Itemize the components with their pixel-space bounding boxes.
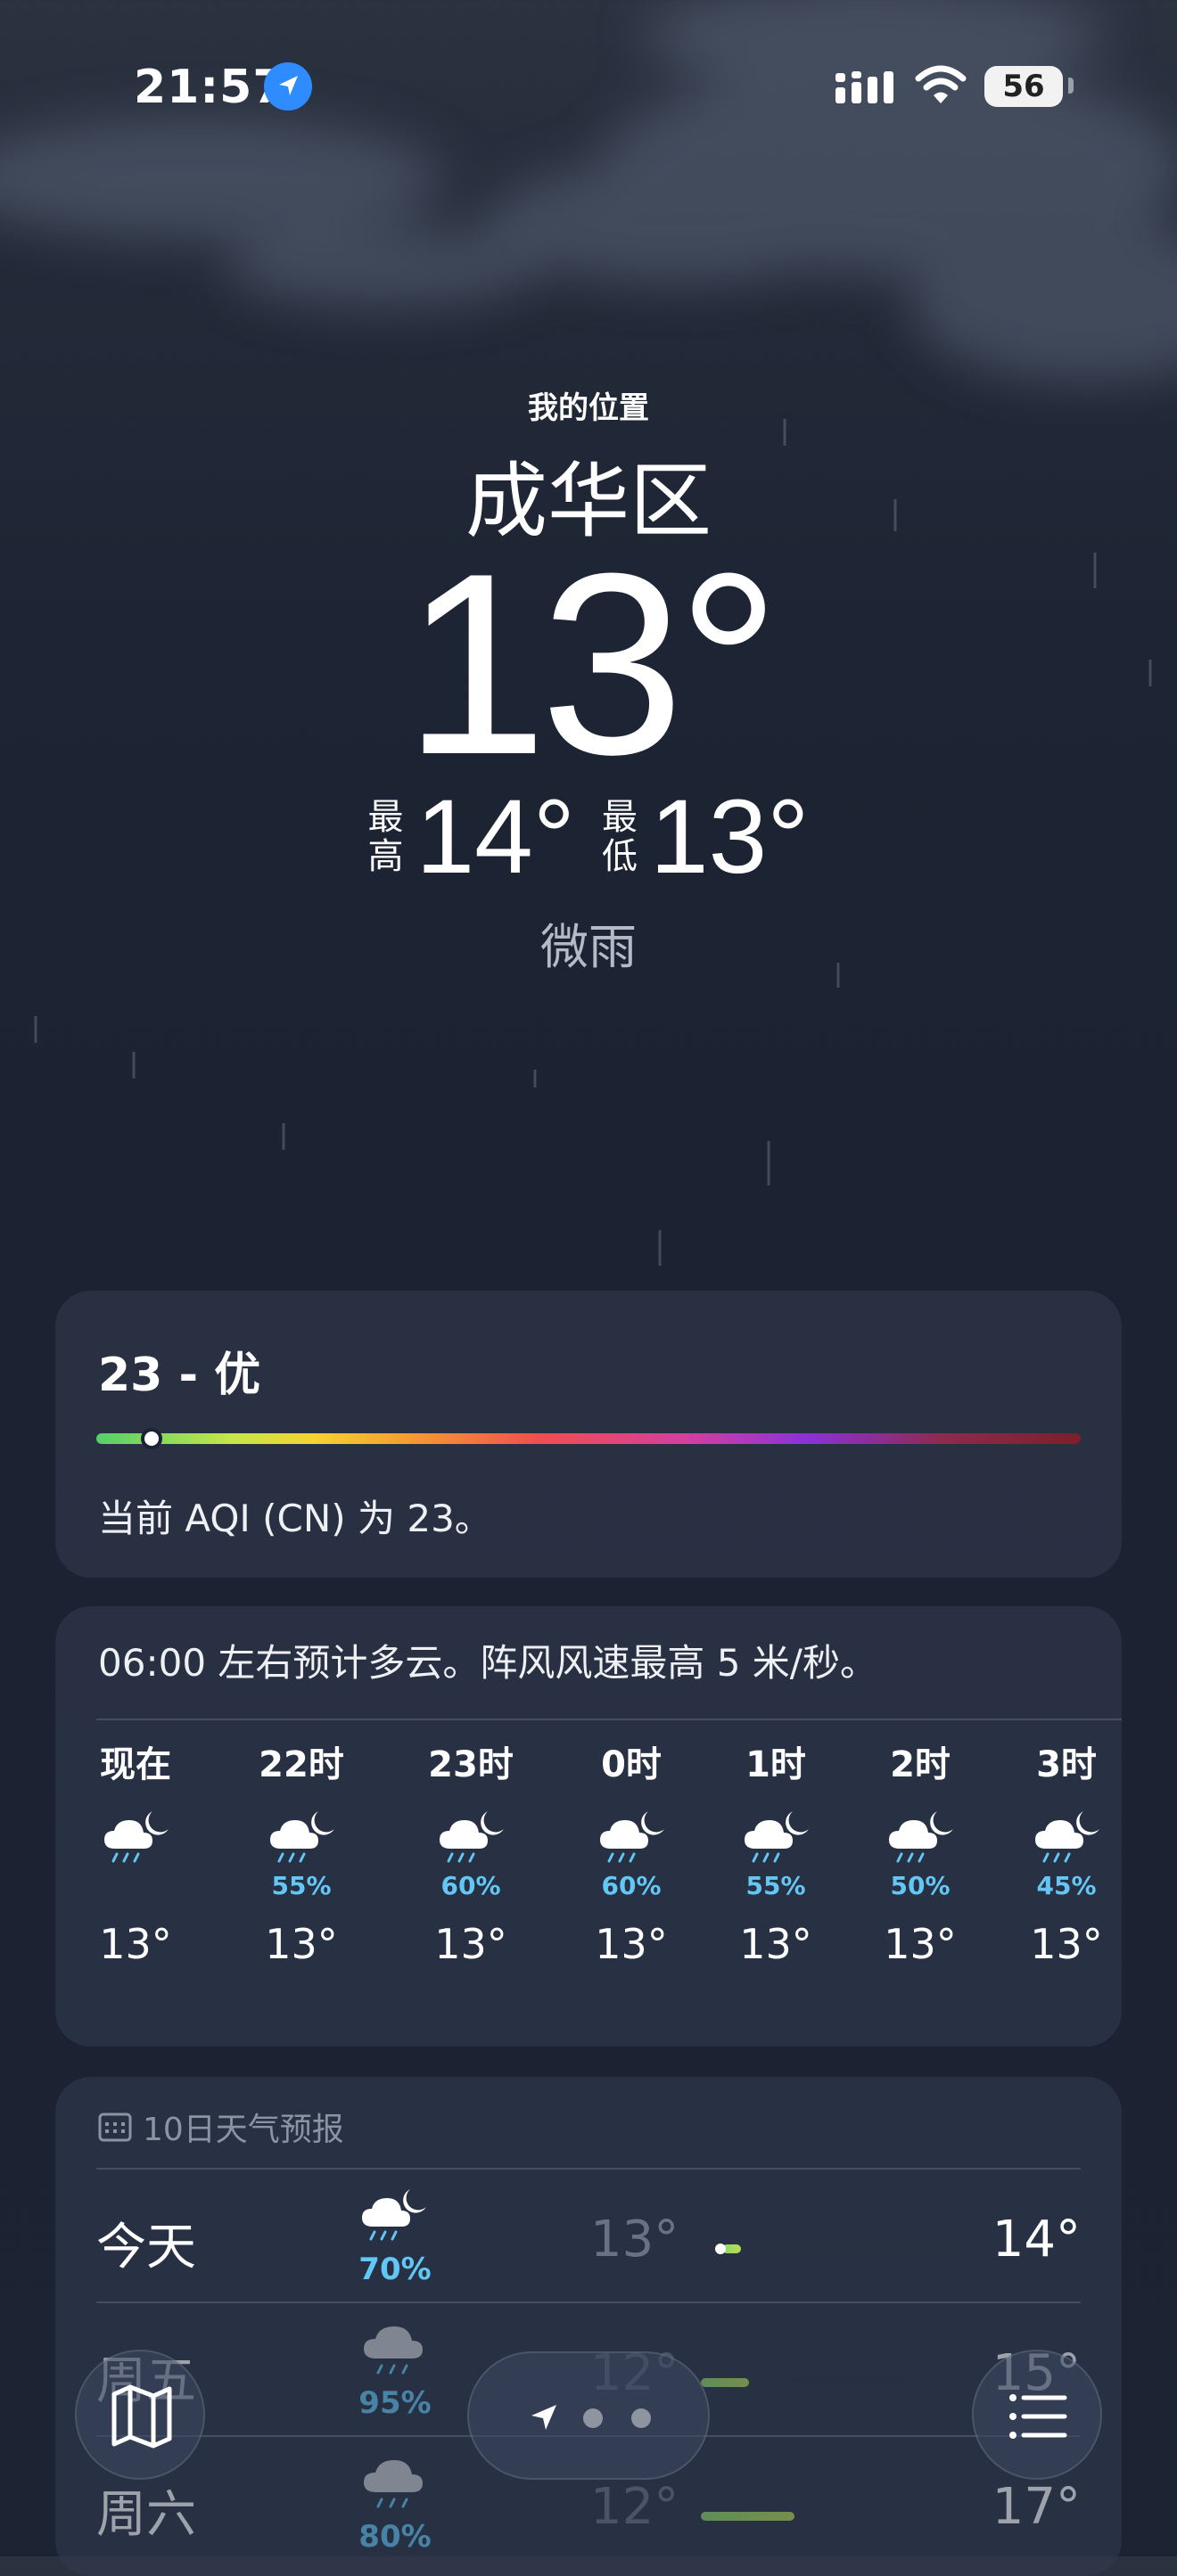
wifi-icon [915, 65, 967, 103]
ten-day-title: 10日天气预报 [143, 2112, 344, 2148]
moon-rain-icon [97, 1808, 174, 1870]
hour-temperature: 13° [265, 1920, 338, 1968]
hourly-summary: 06:00 左右预计多云。阵风风速最高 5 米/秒。 [98, 1641, 877, 1685]
precipitation-chance: 60% [440, 1871, 501, 1900]
hour-column: 3时 45% 13° [1013, 1740, 1120, 1968]
hour-label: 0时 [601, 1744, 662, 1785]
day-name: 今天 [96, 2219, 196, 2277]
hour-column: 1时 55% 13° [722, 1740, 829, 1968]
moon-rain-icon [355, 2186, 435, 2248]
battery-indicator: 56 [984, 66, 1074, 107]
day-high-temperature: 14° [992, 2211, 1081, 2268]
low-label: 最低 [602, 797, 638, 877]
precipitation-chance: 70% [358, 2252, 432, 2287]
hour-label: 1时 [745, 1744, 806, 1785]
high-low-temperatures: 最高 14° 最低 13° [0, 784, 1177, 890]
precipitation-chance: 95% [358, 2385, 432, 2421]
hourly-forecast-card[interactable]: 06:00 左右预计多云。阵风风速最高 5 米/秒。 现在 13° 22时 55% 13… [55, 1606, 1122, 2047]
page-dot[interactable] [583, 2408, 603, 2428]
moon-rain-icon [432, 1808, 509, 1870]
hour-temperature: 13° [595, 1920, 668, 1968]
hour-temperature: 13° [739, 1920, 812, 1968]
day-low-temperature: 13° [590, 2211, 679, 2268]
hour-label: 22时 [259, 1744, 344, 1785]
precipitation-chance: 55% [745, 1871, 806, 1900]
cloud-rain-icon [355, 2319, 435, 2382]
day-high-temperature: 17° [992, 2478, 1081, 2536]
page-dot[interactable] [631, 2408, 651, 2428]
low-temperature: 13° [650, 778, 810, 896]
precipitation-chance: 50% [890, 1871, 951, 1900]
hour-temperature: 13° [434, 1920, 507, 1968]
weather-condition: 微雨 [540, 919, 637, 975]
hour-column: 2时 50% 13° [867, 1740, 974, 1968]
location-list-button[interactable] [972, 2350, 1102, 2480]
hour-label: 3时 [1036, 1744, 1097, 1785]
hour-temperature: 13° [1030, 1920, 1103, 1968]
aqi-title: 23 - 优 [98, 1349, 261, 1402]
cellular-signal-icon [835, 71, 893, 103]
temperature-range-bar [701, 2512, 794, 2521]
aqi-indicator [141, 1428, 162, 1449]
day-row[interactable]: 今天 70% 13° 14° [55, 2170, 1122, 2303]
current-location-arrow-icon [531, 2405, 556, 2430]
temperature-range-track [701, 2512, 968, 2521]
moon-rain-icon [1028, 1808, 1105, 1870]
moon-rain-icon [737, 1808, 814, 1870]
temperature-range-bar [701, 2378, 749, 2387]
map-button[interactable] [75, 2350, 205, 2480]
moon-rain-icon [882, 1808, 959, 1870]
hour-temperature: 13° [99, 1920, 172, 1968]
calendar-icon [98, 2112, 132, 2142]
high-label: 最高 [367, 797, 404, 877]
temperature-range-track [701, 2244, 968, 2254]
air-quality-card[interactable]: 23 - 优 当前 AQI (CN) 为 23。 [55, 1291, 1122, 1578]
status-bar: 21:57 56 [0, 53, 1177, 116]
precipitation-chance: 60% [601, 1871, 662, 1900]
hour-label: 现在 [100, 1744, 171, 1785]
hour-label: 23时 [428, 1744, 514, 1785]
divider [96, 1719, 1122, 1720]
hour-column: 23时 60% 13° [417, 1740, 524, 1968]
high-temperature: 14° [416, 778, 575, 896]
moon-rain-icon [263, 1808, 340, 1870]
location-pager[interactable] [467, 2351, 710, 2480]
hour-column: 现在 13° [82, 1740, 189, 1968]
aqi-description: 当前 AQI (CN) 为 23。 [98, 1497, 492, 1540]
hour-temperature: 13° [884, 1920, 957, 1968]
aqi-scale-bar [96, 1428, 1081, 1449]
moon-rain-icon [593, 1808, 670, 1870]
high-temperature-group: 最高 14° [368, 784, 575, 890]
current-temperature: 13° [403, 520, 781, 808]
hour-column: 22时 55% 13° [248, 1740, 355, 1968]
precipitation-chance: 45% [1036, 1871, 1097, 1900]
low-temperature-group: 最低 13° [602, 784, 809, 890]
status-time: 21:57 [134, 61, 286, 114]
map-icon [111, 2384, 172, 2449]
list-icon [1009, 2394, 1067, 2439]
ten-day-header: 10日天气预报 [98, 2104, 344, 2150]
ten-day-forecast-card[interactable]: 10日天气预报 今天70%13°14°周五95%12°15°周六80%12°17… [55, 2077, 1122, 2576]
precipitation-chance: 55% [271, 1871, 332, 1900]
cloud-rain-icon [355, 2453, 435, 2515]
day-low-temperature: 12° [590, 2478, 679, 2536]
current-temp-marker [714, 2244, 726, 2254]
temperature-range-track [701, 2378, 968, 2387]
precipitation-chance: 80% [358, 2519, 432, 2555]
my-location-label: 我的位置 [528, 390, 649, 426]
location-arrow-icon [264, 62, 312, 111]
hour-column: 0时 60% 13° [578, 1740, 685, 1968]
hour-label: 2时 [890, 1744, 951, 1785]
precipitation-chance [82, 1870, 189, 1902]
day-name: 周六 [96, 2486, 196, 2544]
